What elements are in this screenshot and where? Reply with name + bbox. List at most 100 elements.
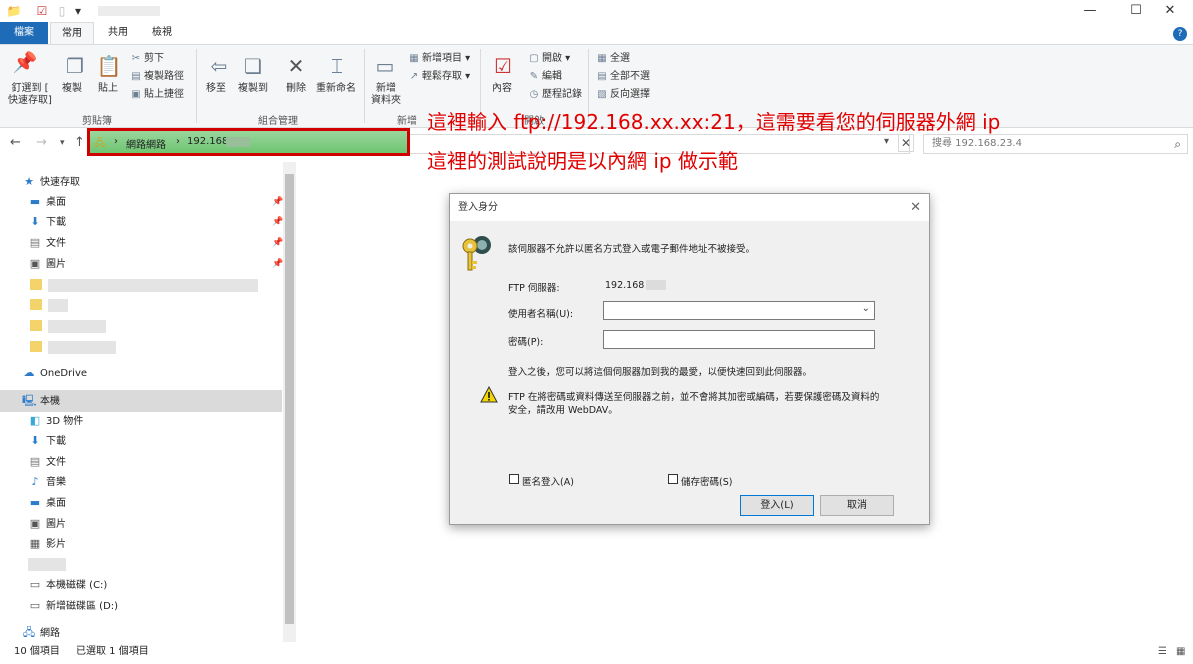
nav-this-pc[interactable]: 🖳 本機 xyxy=(22,391,60,411)
nav-pc-3d[interactable]: ◧ 3D 物件 xyxy=(28,411,83,431)
nav-item-label: 圖片 xyxy=(46,259,66,270)
nav-pc-pictures[interactable]: ▣ 圖片 xyxy=(28,514,66,534)
properties-quick-icon[interactable]: ☑ xyxy=(34,3,50,19)
redacted-folder-name xyxy=(48,320,106,333)
cut-button[interactable]: ✂ 剪下 xyxy=(130,53,164,65)
warning-icon xyxy=(480,386,498,403)
network-icon: 🖧 xyxy=(22,626,36,639)
folder-icon[interactable]: 📁 xyxy=(6,3,22,19)
properties-button[interactable]: 內容 xyxy=(492,83,512,95)
easy-access-icon: ↗ xyxy=(409,71,419,82)
new-folder-label-1: 新增 xyxy=(376,83,396,94)
tab-home[interactable]: 常用 xyxy=(50,22,94,44)
highlight-box xyxy=(87,128,410,156)
forward-arrow-icon[interactable]: → xyxy=(36,135,47,150)
cube-icon: ◧ xyxy=(29,414,41,427)
dialog-message: 該伺服器不允許以匿名方式登入或電子郵件地址不被接受。 xyxy=(508,244,756,255)
cancel-button[interactable]: 取消 xyxy=(820,495,894,516)
copy-to-button[interactable]: 複製到 xyxy=(238,83,268,95)
new-group-label: 新增 xyxy=(397,116,417,127)
computer-icon: 🖳 xyxy=(22,394,37,407)
scroll-thumb[interactable] xyxy=(285,174,294,624)
new-folder-quick-icon[interactable]: ▯ xyxy=(54,3,70,19)
save-password-label[interactable]: 儲存密碼(S) xyxy=(681,474,732,488)
nav-network[interactable]: 🖧 網路 xyxy=(22,623,60,643)
nav-pc-music[interactable]: ♪ 音樂 xyxy=(28,472,66,492)
large-icons-view-icon[interactable]: ▦ xyxy=(1176,642,1185,662)
nav-pc-downloads[interactable]: ⬇ 下載 xyxy=(28,431,66,451)
move-to-button[interactable]: 移至 xyxy=(206,83,226,95)
redacted-ip xyxy=(646,280,666,290)
redacted-folder-name xyxy=(48,341,116,354)
music-icon: ♪ xyxy=(31,475,39,488)
nav-item-label: 新增磁碟區 (D:) xyxy=(46,601,119,612)
nav-scrollbar[interactable] xyxy=(283,162,296,642)
nav-quick-access[interactable]: ★ 快速存取 xyxy=(22,172,80,192)
nav-qa-documents[interactable]: ▤ 文件 xyxy=(28,233,66,253)
customize-quick-access-icon[interactable]: ▾ xyxy=(70,3,86,19)
select-none-button[interactable]: ▤ 全部不選 xyxy=(596,71,650,83)
recent-chevron-icon[interactable]: ▾ xyxy=(60,138,65,148)
nav-redacted-folder[interactable] xyxy=(30,295,48,315)
pin-icon: 📌 xyxy=(272,238,284,248)
copy-path-button[interactable]: ▤ 複製路徑 xyxy=(130,71,184,83)
paste-button[interactable]: 貼上 xyxy=(98,83,118,95)
delete-button[interactable]: 刪除 xyxy=(286,83,306,95)
nav-drive-c[interactable]: ▭ 本機磁碟 (C:) xyxy=(28,575,108,595)
nav-pc-videos[interactable]: ▦ 影片 xyxy=(28,534,66,554)
tab-share[interactable]: 共用 xyxy=(98,22,138,44)
username-combo[interactable]: ⌄ xyxy=(603,301,875,320)
nav-onedrive[interactable]: ☁ OneDrive xyxy=(22,363,88,383)
tab-file[interactable]: 檔案 xyxy=(0,22,48,44)
new-folder-button[interactable]: 新增 資料夾 xyxy=(370,83,402,107)
nav-redacted-folder[interactable] xyxy=(30,337,48,357)
password-field[interactable] xyxy=(603,330,875,349)
back-arrow-icon[interactable]: ← xyxy=(10,135,21,150)
up-arrow-icon[interactable]: ↑ xyxy=(74,135,85,150)
minimize-button[interactable]: — xyxy=(1067,0,1113,22)
paste-shortcut-icon: ▣ xyxy=(131,89,141,100)
select-all-button[interactable]: ▦ 全選 xyxy=(596,53,630,65)
history-button[interactable]: ◷ 歷程記錄 xyxy=(528,89,582,101)
close-button[interactable]: ✕ xyxy=(1147,0,1193,22)
copy-button[interactable]: 複製 xyxy=(62,83,82,95)
nav-item-label: 下載 xyxy=(46,436,66,447)
rename-button[interactable]: 重新命名 xyxy=(316,83,356,95)
dialog-close-icon[interactable]: ✕ xyxy=(910,194,921,221)
nav-qa-pictures[interactable]: ▣ 圖片 xyxy=(28,254,66,274)
address-dropdown-icon[interactable]: ▾ xyxy=(884,136,889,147)
nav-item-label: 音樂 xyxy=(46,477,66,488)
new-item-button[interactable]: ▦ 新增項目 ▾ xyxy=(408,53,470,65)
move-to-icon: ⇦ xyxy=(210,54,228,78)
dialog-title: 登入身分 xyxy=(458,202,498,213)
details-view-icon[interactable]: ☰ xyxy=(1158,642,1167,662)
nav-pc-desktop[interactable]: ▬ 桌面 xyxy=(28,493,66,513)
open-button[interactable]: ▢ 開啟 ▾ xyxy=(528,53,570,65)
nav-redacted-folder[interactable] xyxy=(30,275,48,295)
video-icon: ▦ xyxy=(29,537,41,550)
login-button[interactable]: 登入(L) xyxy=(740,495,814,516)
nav-pc-documents[interactable]: ▤ 文件 xyxy=(28,452,66,472)
nav-drive-d[interactable]: ▭ 新增磁碟區 (D:) xyxy=(28,596,118,616)
edit-button[interactable]: ✎ 編輯 xyxy=(528,71,562,83)
paste-shortcut-button[interactable]: ▣ 貼上捷徑 xyxy=(130,89,184,101)
easy-access-button[interactable]: ↗ 輕鬆存取 ▾ xyxy=(408,71,470,83)
anonymous-label[interactable]: 匿名登入(A) xyxy=(522,474,574,488)
ribbon-separator xyxy=(364,49,365,123)
nav-item-label: 下載 xyxy=(46,217,66,228)
redacted-folder-name xyxy=(48,299,68,312)
pin-quick-access-button[interactable]: 釘選到 [ 快速存取] xyxy=(8,83,52,107)
stop-icon[interactable]: ✕ xyxy=(898,134,914,152)
status-bar: 10 個項目 已選取 1 個項目 ☰ ▦ xyxy=(0,642,1193,664)
invert-selection-icon: ▧ xyxy=(597,89,607,100)
nav-qa-downloads[interactable]: ⬇ 下載 xyxy=(28,212,66,232)
search-input[interactable]: 搜尋 192.168.23.4 ⌕ xyxy=(923,134,1188,154)
nav-qa-desktop[interactable]: ▬ 桌面 xyxy=(28,192,66,212)
tab-view[interactable]: 檢視 xyxy=(140,22,184,44)
anonymous-checkbox[interactable] xyxy=(509,474,519,484)
invert-selection-button[interactable]: ▧ 反向選擇 xyxy=(596,89,650,101)
save-password-checkbox[interactable] xyxy=(668,474,678,484)
help-icon[interactable]: ? xyxy=(1173,27,1187,41)
document-icon: ▤ xyxy=(29,455,41,468)
nav-redacted-folder[interactable] xyxy=(30,316,48,336)
